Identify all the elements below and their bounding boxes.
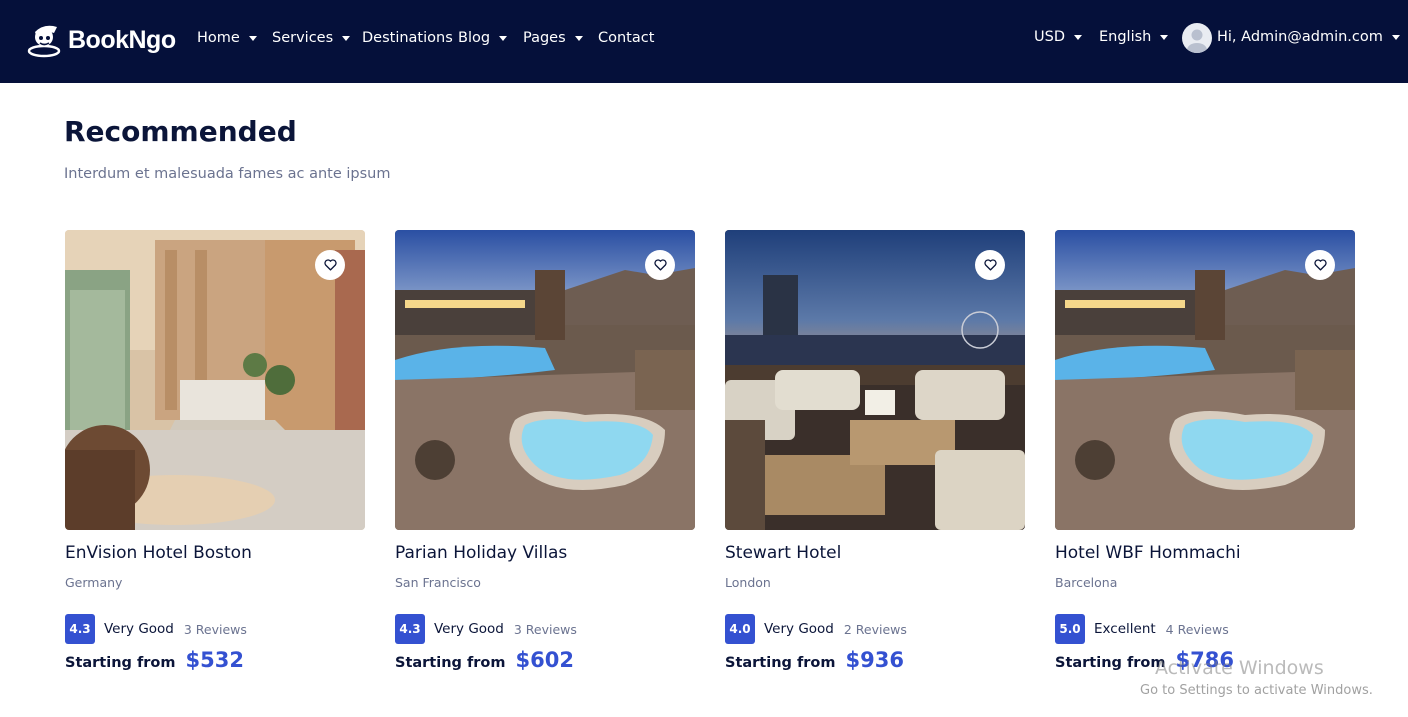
hotel-location: Barcelona bbox=[1055, 575, 1118, 590]
logo-icon bbox=[27, 25, 61, 58]
favorite-button[interactable] bbox=[975, 250, 1005, 280]
hotel-card[interactable]: EnVision Hotel Boston Germany 4.3 Very G… bbox=[65, 230, 365, 690]
nav-item-pages[interactable]: Pages bbox=[523, 27, 583, 49]
language-selector[interactable]: English bbox=[1099, 26, 1169, 48]
rating-score-badge: 4.0 bbox=[725, 614, 755, 644]
price-value: $532 bbox=[185, 648, 244, 672]
nav-item-home[interactable]: Home bbox=[197, 27, 257, 49]
price-label: Starting from bbox=[65, 655, 176, 671]
activate-windows-subtitle: Go to Settings to activate Windows. bbox=[1140, 683, 1373, 698]
chevron-down-icon bbox=[342, 35, 351, 41]
hotel-name[interactable]: Parian Holiday Villas bbox=[395, 543, 567, 563]
nav-item-blog[interactable]: Blog bbox=[458, 27, 508, 49]
chevron-down-icon bbox=[574, 35, 583, 41]
chevron-down-icon bbox=[248, 35, 257, 41]
user-icon bbox=[1187, 29, 1207, 53]
price-label: Starting from bbox=[1055, 655, 1166, 671]
hotel-name[interactable]: Hotel WBF Hommachi bbox=[1055, 543, 1241, 563]
price-row: Starting from $936 bbox=[725, 648, 904, 678]
nav-item-services[interactable]: Services bbox=[272, 27, 351, 49]
favorite-button[interactable] bbox=[315, 250, 345, 280]
price-label: Starting from bbox=[725, 655, 836, 671]
heart-icon bbox=[653, 259, 667, 271]
rating-label: Very Good bbox=[104, 621, 174, 637]
user-menu[interactable]: Hi, Admin@admin.com bbox=[1217, 26, 1400, 48]
section-subtitle: Interdum et malesuada fames ac ante ipsu… bbox=[64, 166, 391, 182]
rating-row: 4.3 Very Good 3 Reviews bbox=[395, 614, 577, 644]
price-row: Starting from $602 bbox=[395, 648, 574, 678]
hotel-card[interactable]: Stewart Hotel London 4.0 Very Good 2 Rev… bbox=[725, 230, 1025, 690]
brand-logo[interactable]: BookNgo bbox=[27, 20, 176, 60]
currency-selector[interactable]: USD bbox=[1034, 26, 1082, 48]
hotel-location: London bbox=[725, 575, 771, 590]
heart-icon bbox=[983, 259, 997, 271]
price-label: Starting from bbox=[395, 655, 506, 671]
review-count: 4 Reviews bbox=[1165, 621, 1229, 637]
hotel-name[interactable]: EnVision Hotel Boston bbox=[65, 543, 252, 563]
hotel-card[interactable]: Parian Holiday Villas San Francisco 4.3 … bbox=[395, 230, 695, 690]
review-count: 3 Reviews bbox=[513, 621, 577, 637]
rating-label: Excellent bbox=[1094, 621, 1156, 637]
rating-label: Very Good bbox=[434, 621, 504, 637]
hotel-image[interactable] bbox=[725, 230, 1025, 530]
chevron-down-icon bbox=[1160, 34, 1169, 40]
nav-item-destinations[interactable]: Destinations bbox=[362, 27, 453, 49]
activate-windows-title: Activate Windows bbox=[1155, 657, 1324, 679]
hotel-location: Germany bbox=[65, 575, 123, 590]
hotel-image[interactable] bbox=[65, 230, 365, 530]
chevron-down-icon bbox=[1391, 34, 1400, 40]
review-count: 2 Reviews bbox=[843, 621, 907, 637]
chevron-down-icon bbox=[499, 35, 508, 41]
review-count: 3 Reviews bbox=[183, 621, 247, 637]
favorite-button[interactable] bbox=[645, 250, 675, 280]
heart-icon bbox=[323, 259, 337, 271]
nav-item-contact[interactable]: Contact bbox=[598, 27, 654, 49]
top-navbar: BookNgo Home Services Destinations Blog … bbox=[0, 0, 1408, 83]
price-row: Starting from $532 bbox=[65, 648, 244, 678]
brand-name: BookNgo bbox=[68, 25, 176, 54]
hotel-image[interactable] bbox=[395, 230, 695, 530]
avatar[interactable] bbox=[1182, 23, 1212, 53]
hotel-name[interactable]: Stewart Hotel bbox=[725, 543, 841, 563]
favorite-button[interactable] bbox=[1305, 250, 1335, 280]
chevron-down-icon bbox=[1073, 34, 1082, 40]
rating-score-badge: 4.3 bbox=[395, 614, 425, 644]
rating-label: Very Good bbox=[764, 621, 834, 637]
section-title: Recommended bbox=[64, 115, 297, 148]
rating-row: 4.3 Very Good 3 Reviews bbox=[65, 614, 247, 644]
price-value: $936 bbox=[845, 648, 904, 672]
price-value: $602 bbox=[515, 648, 574, 672]
hotel-card[interactable]: Hotel WBF Hommachi Barcelona 5.0 Excelle… bbox=[1055, 230, 1355, 690]
rating-row: 4.0 Very Good 2 Reviews bbox=[725, 614, 907, 644]
heart-icon bbox=[1313, 259, 1327, 271]
rating-score-badge: 5.0 bbox=[1055, 614, 1085, 644]
hotel-image[interactable] bbox=[1055, 230, 1355, 530]
rating-row: 5.0 Excellent 4 Reviews bbox=[1055, 614, 1229, 644]
rating-score-badge: 4.3 bbox=[65, 614, 95, 644]
hotel-location: San Francisco bbox=[395, 575, 481, 590]
